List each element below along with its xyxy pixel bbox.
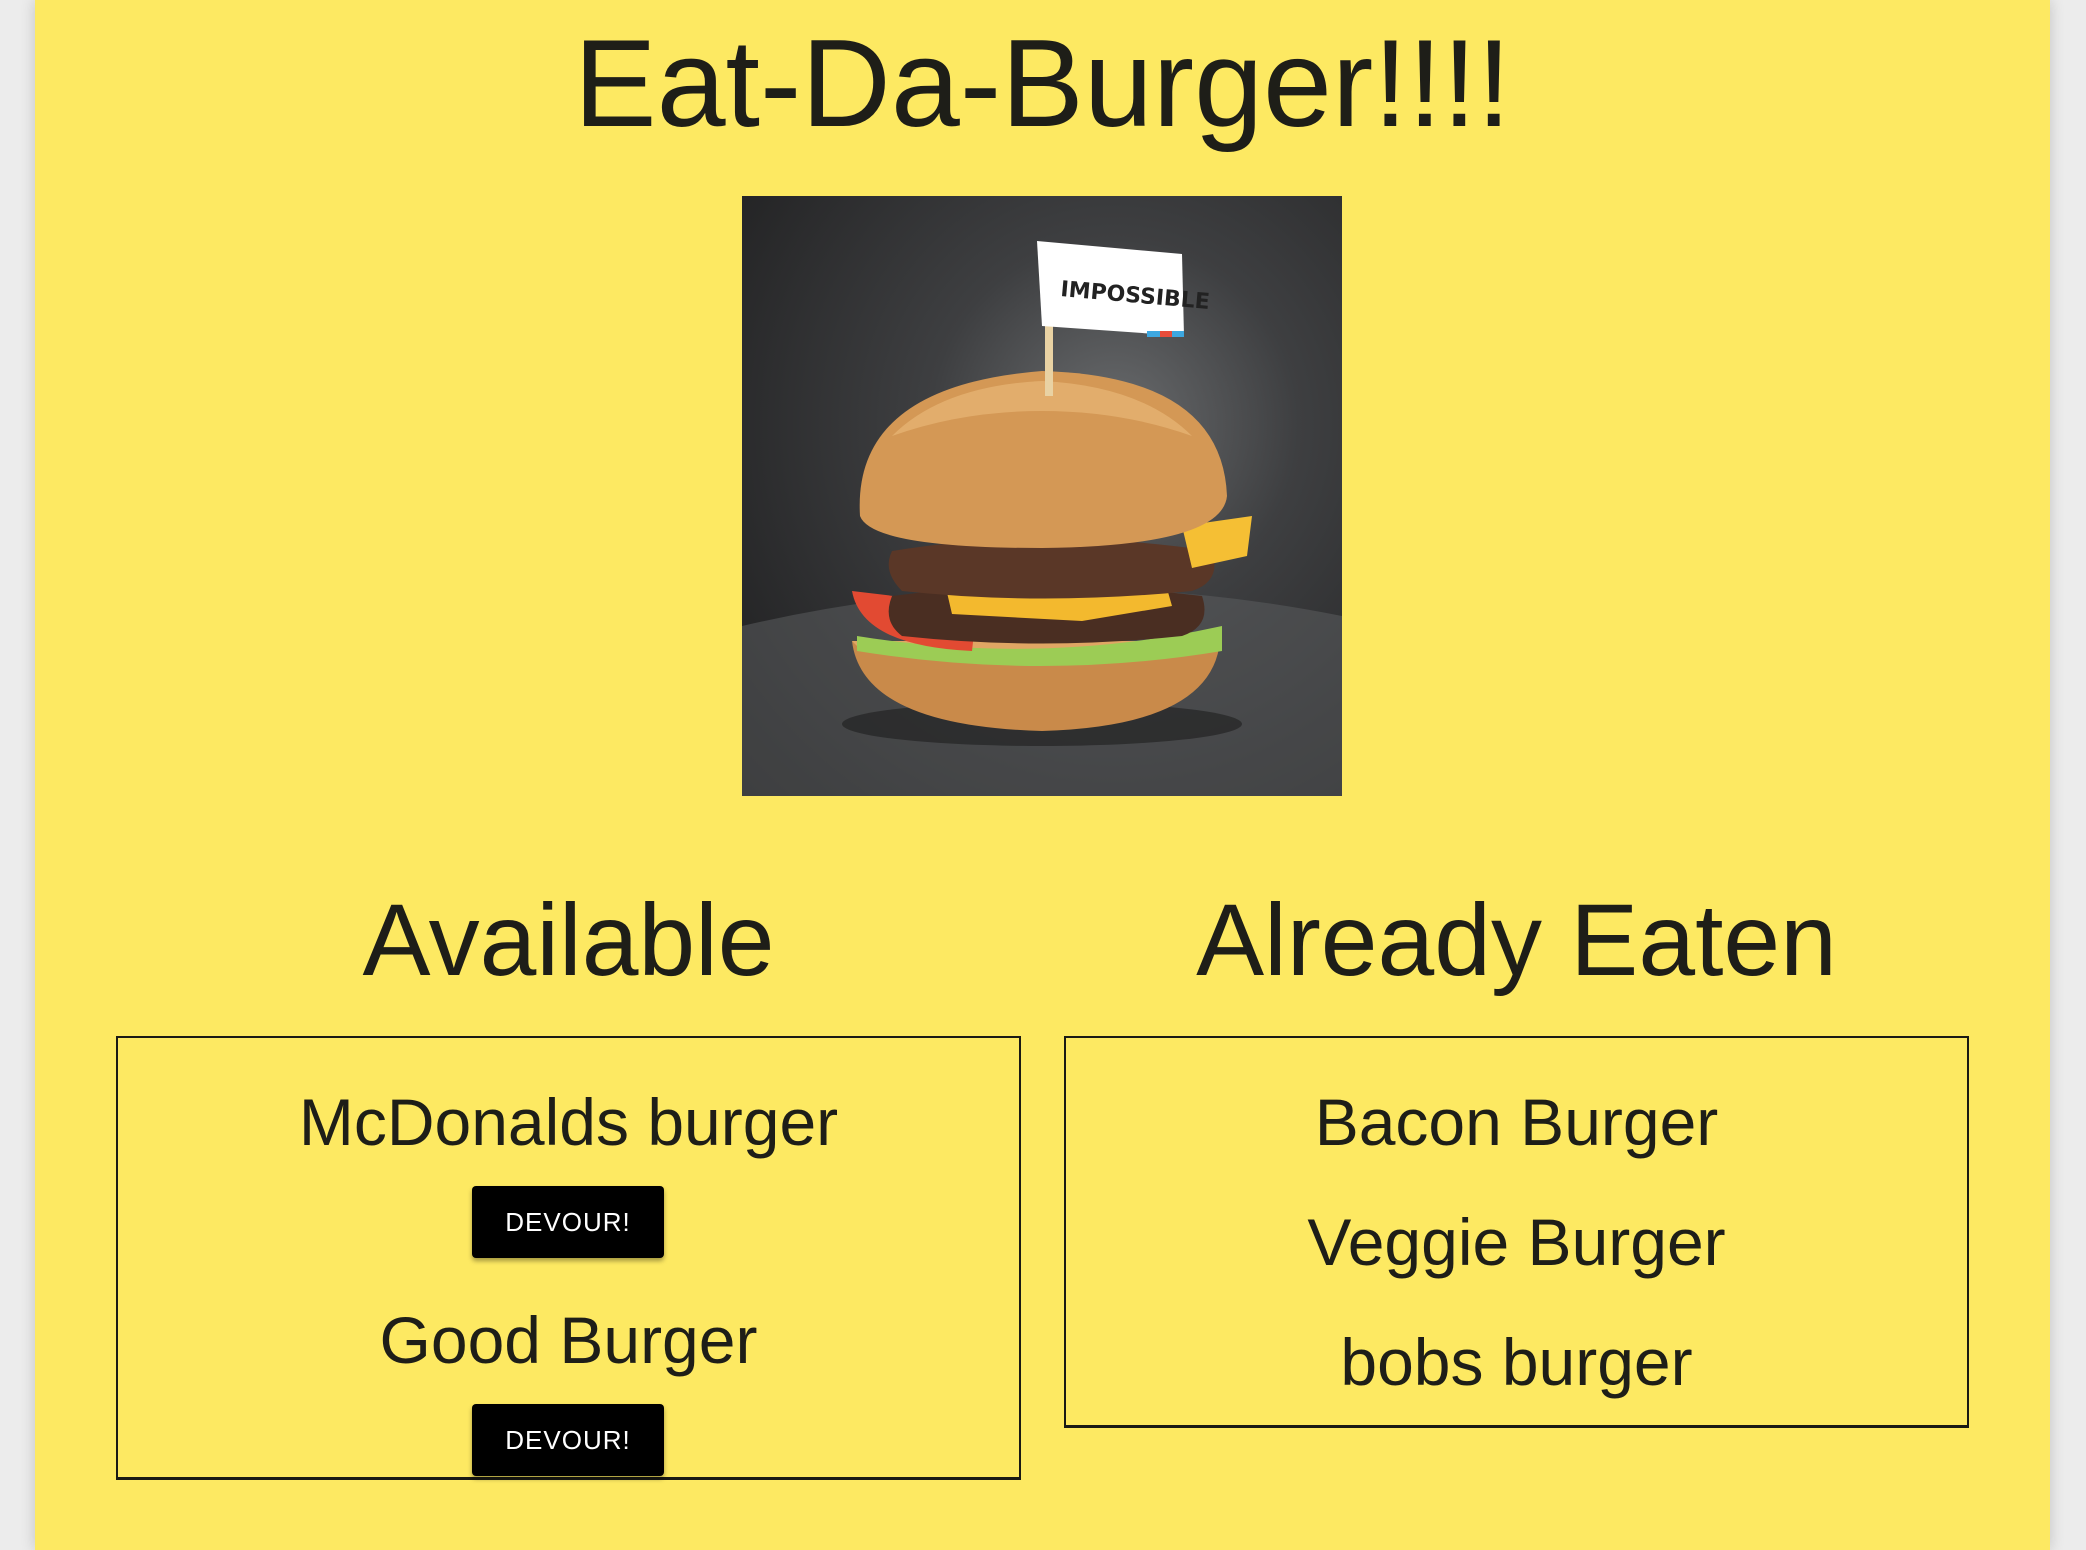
already-eaten-list: Bacon Burger Veggie Burger bobs burger: [1064, 1036, 1969, 1428]
burger-illustration: IMPOSSIBLE: [742, 241, 1342, 796]
available-heading: Available: [362, 883, 775, 997]
eaten-item-name: Veggie Burger: [1307, 1205, 1726, 1279]
already-eaten-heading: Already Eaten: [1196, 883, 1837, 997]
eaten-item-name: Bacon Burger: [1314, 1085, 1719, 1159]
page-title: Eat-Da-Burger!!!!: [573, 15, 1512, 153]
eaten-item-name: bobs burger: [1340, 1325, 1693, 1399]
burger-image: IMPOSSIBLE: [742, 196, 1342, 796]
available-item-name: Good Burger: [379, 1303, 758, 1377]
devour-button[interactable]: DEVOUR!: [472, 1404, 664, 1476]
available-item-name: McDonalds burger: [298, 1085, 839, 1159]
page: Eat-Da-Burger!!!! IMPOSSIBLE Available A…: [35, 0, 2050, 1550]
available-list: McDonalds burger DEVOUR! Good Burger DEV…: [116, 1036, 1021, 1480]
devour-button[interactable]: DEVOUR!: [472, 1186, 664, 1258]
